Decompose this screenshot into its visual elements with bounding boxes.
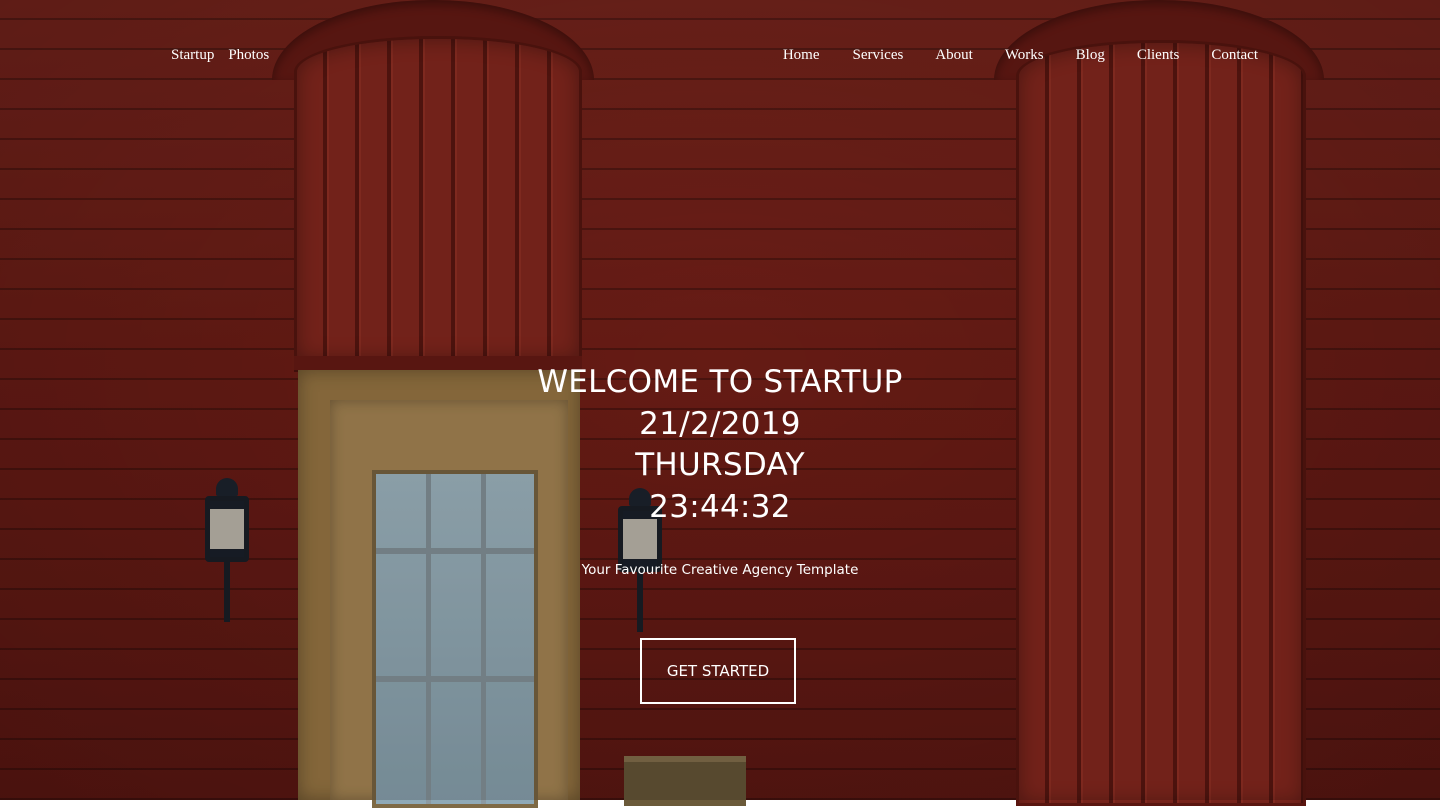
nav-item-blog[interactable]: Blog [1076, 47, 1105, 64]
nav-item-contact[interactable]: Contact [1211, 47, 1258, 64]
hero-day: THURSDAY [635, 447, 805, 483]
get-started-button[interactable]: GET STARTED [640, 638, 796, 704]
nav-item-home[interactable]: Home [783, 47, 820, 64]
nav-item-clients[interactable]: Clients [1137, 47, 1180, 64]
nav-item-about[interactable]: About [935, 47, 973, 64]
hero-time: 23:44:32 [649, 488, 791, 525]
main-nav: Home Services About Works Blog Clients C… [783, 47, 1258, 64]
brand[interactable]: Startup Photos [171, 47, 269, 64]
brand-name[interactable]: Startup [171, 47, 214, 64]
hero-tagline: Your Favourite Creative Agency Template [581, 562, 859, 578]
nav-item-services[interactable]: Services [853, 47, 904, 64]
brand-sub[interactable]: Photos [228, 47, 269, 64]
hero-heading: WELCOME TO STARTUP 21/2/2019 THURSDAY 23… [420, 362, 1020, 528]
hero-title: WELCOME TO STARTUP [537, 364, 903, 400]
nav-item-works[interactable]: Works [1005, 47, 1044, 64]
hero-date: 21/2/2019 [639, 405, 801, 442]
